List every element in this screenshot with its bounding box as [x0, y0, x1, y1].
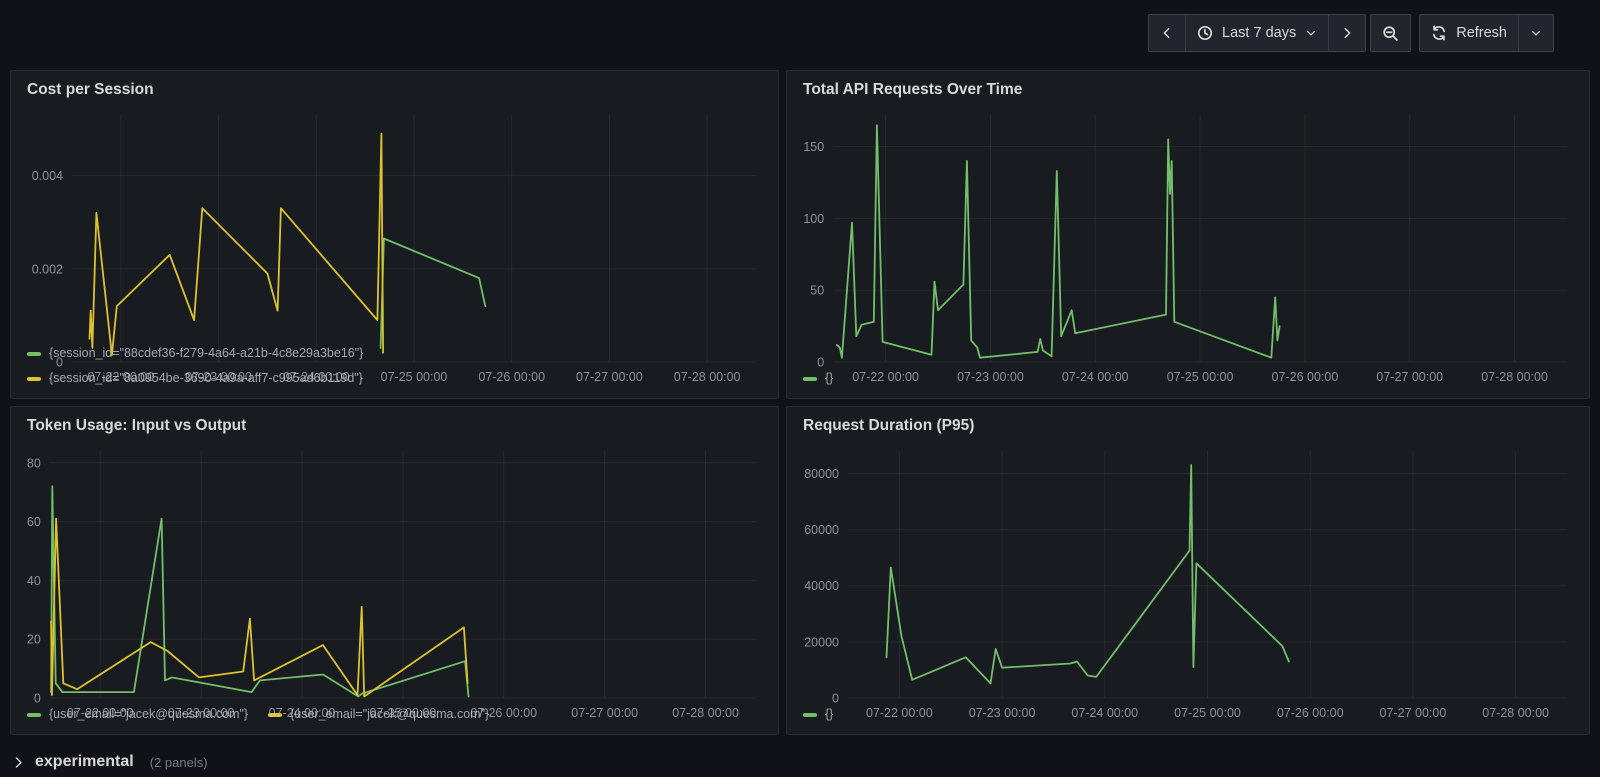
- svg-text:07-28 00:00: 07-28 00:00: [1482, 706, 1549, 720]
- svg-text:07-23 00:00: 07-23 00:00: [185, 370, 252, 384]
- svg-text:07-26 00:00: 07-26 00:00: [1277, 706, 1344, 720]
- time-series-chart[interactable]: 0 50 100 150 07-22 00:00 07-23 00:00 07-24 00:…: [795, 105, 1581, 384]
- svg-text:80: 80: [27, 456, 41, 470]
- row-toggle-experimental[interactable]: experimental (2 panels): [12, 747, 208, 777]
- svg-text:20000: 20000: [804, 635, 839, 649]
- svg-text:07-22 00:00: 07-22 00:00: [67, 706, 134, 720]
- svg-text:0: 0: [56, 356, 63, 370]
- svg-text:07-24 00:00: 07-24 00:00: [1071, 706, 1138, 720]
- chevron-right-icon: [15, 756, 22, 768]
- svg-text:07-28 00:00: 07-28 00:00: [1481, 370, 1548, 384]
- time-series-chart[interactable]: 0 20000 40000 60000 80000 07-22 00:00 07-23 00…: [795, 441, 1581, 720]
- svg-text:60: 60: [27, 515, 41, 529]
- panel-total-api-requests: Total API Requests Over Time 0 50 100 150 07…: [786, 70, 1590, 399]
- svg-text:07-28 00:00: 07-28 00:00: [672, 706, 739, 720]
- svg-text:07-25 00:00: 07-25 00:00: [1167, 370, 1234, 384]
- svg-text:07-25 00:00: 07-25 00:00: [381, 370, 448, 384]
- svg-text:40: 40: [27, 574, 41, 588]
- row-panel-count: (2 panels): [149, 754, 208, 770]
- time-shift-forward-button[interactable]: [1328, 15, 1365, 51]
- time-range-controls: Last 7 days: [1148, 14, 1367, 52]
- svg-text:0.002: 0.002: [32, 262, 63, 276]
- refresh-controls: Refresh: [1419, 14, 1554, 52]
- svg-text:07-25 00:00: 07-25 00:00: [370, 706, 437, 720]
- panel-token-usage: Token Usage: Input vs Output 0 20 40 60 80 07…: [10, 406, 779, 735]
- svg-text:07-26 00:00: 07-26 00:00: [478, 370, 545, 384]
- svg-text:07-28 00:00: 07-28 00:00: [674, 370, 741, 384]
- svg-text:07-24 00:00: 07-24 00:00: [1062, 370, 1129, 384]
- refresh-icon: [1433, 25, 1446, 41]
- zoom-out-group: [1370, 14, 1412, 52]
- svg-text:0.004: 0.004: [32, 169, 63, 183]
- time-series-chart[interactable]: 0 0.002 0.004 07-22 00:00 07-23 00:00 07-24 0…: [19, 105, 770, 384]
- time-range-picker-button[interactable]: Last 7 days: [1185, 15, 1328, 51]
- svg-text:07-23 00:00: 07-23 00:00: [957, 370, 1024, 384]
- svg-text:150: 150: [803, 140, 824, 154]
- svg-text:20: 20: [27, 633, 41, 647]
- panel-title[interactable]: Token Usage: Input vs Output: [11, 407, 778, 441]
- time-range-label: Last 7 days: [1222, 25, 1297, 41]
- svg-text:07-23 00:00: 07-23 00:00: [168, 706, 235, 720]
- svg-text:0: 0: [34, 692, 41, 706]
- svg-text:07-27 00:00: 07-27 00:00: [1376, 370, 1443, 384]
- panel-title[interactable]: Cost per Session: [11, 71, 778, 105]
- svg-text:0: 0: [832, 692, 839, 706]
- svg-text:80000: 80000: [804, 467, 839, 481]
- svg-text:07-27 00:00: 07-27 00:00: [1380, 706, 1447, 720]
- svg-text:07-26 00:00: 07-26 00:00: [470, 706, 537, 720]
- refresh-interval-dropdown[interactable]: [1518, 15, 1553, 51]
- row-title: experimental: [35, 753, 134, 770]
- svg-text:100: 100: [803, 212, 824, 226]
- panel-title[interactable]: Request Duration (P95): [787, 407, 1589, 441]
- chevron-down-icon: [1531, 30, 1541, 36]
- chevron-left-icon: [1163, 27, 1170, 39]
- dashboard-toolbar: Last 7 days Refresh: [0, 0, 1600, 66]
- svg-text:0: 0: [817, 356, 824, 370]
- refresh-button[interactable]: Refresh: [1420, 15, 1518, 51]
- svg-text:07-25 00:00: 07-25 00:00: [1174, 706, 1241, 720]
- svg-text:50: 50: [810, 284, 824, 298]
- svg-text:07-22 00:00: 07-22 00:00: [852, 370, 919, 384]
- time-shift-back-button[interactable]: [1149, 15, 1185, 51]
- svg-text:07-27 00:00: 07-27 00:00: [576, 370, 643, 384]
- zoom-out-time-button[interactable]: [1371, 15, 1410, 51]
- zoom-out-icon: [1383, 25, 1398, 41]
- svg-text:07-27 00:00: 07-27 00:00: [571, 706, 638, 720]
- chevron-down-icon: [1307, 30, 1316, 36]
- svg-text:07-22 00:00: 07-22 00:00: [866, 706, 933, 720]
- clock-icon: [1197, 25, 1213, 41]
- panel-request-duration: Request Duration (P95) 0 20000 40000 60000 8…: [786, 406, 1590, 735]
- svg-text:07-24 00:00: 07-24 00:00: [269, 706, 336, 720]
- svg-text:60000: 60000: [804, 523, 839, 537]
- svg-text:07-26 00:00: 07-26 00:00: [1272, 370, 1339, 384]
- refresh-label: Refresh: [1456, 25, 1507, 41]
- svg-text:07-22 00:00: 07-22 00:00: [87, 370, 154, 384]
- time-series-chart[interactable]: 0 20 40 60 80 07-22 00:00 07-23 00:00 07-24 00:…: [19, 441, 770, 720]
- svg-text:07-23 00:00: 07-23 00:00: [969, 706, 1036, 720]
- dashboard-panel-grid: Cost per Session 0 0.002 0.004 07-22 00:00 0…: [10, 70, 1590, 735]
- chevron-right-icon: [1344, 27, 1351, 39]
- panel-cost-per-session: Cost per Session 0 0.002 0.004 07-22 00:00 0…: [10, 70, 779, 399]
- svg-text:07-24 00:00: 07-24 00:00: [283, 370, 350, 384]
- svg-text:40000: 40000: [804, 579, 839, 593]
- panel-title[interactable]: Total API Requests Over Time: [787, 71, 1589, 105]
